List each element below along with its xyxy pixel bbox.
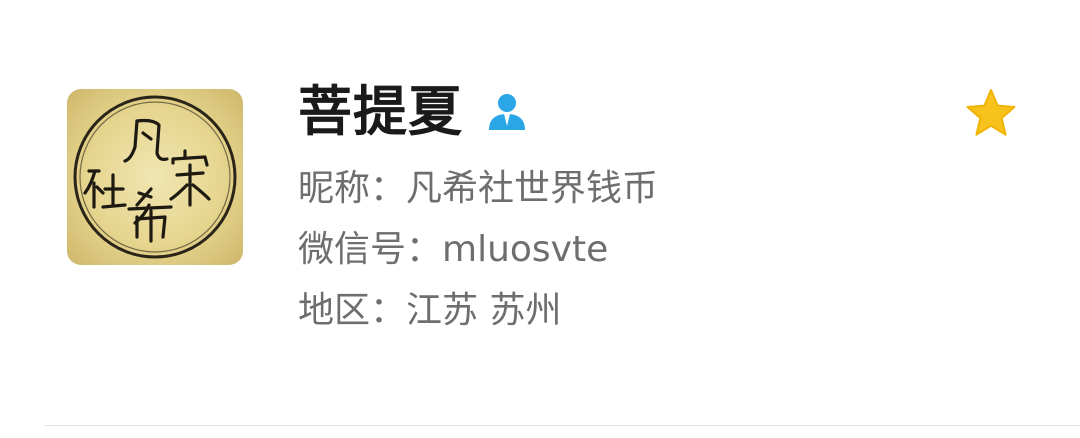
region-label: 地区： [298, 290, 407, 331]
name-row: 菩提夏 [298, 76, 529, 148]
region-value: 江苏 苏州 [406, 290, 562, 331]
wechat-id-label: 微信号： [298, 229, 443, 270]
seal-stamp-icon [73, 95, 237, 259]
person-icon [485, 90, 529, 134]
contact-card: 菩提夏 昵称： 凡希社世界钱币 微信号： mluosvte 地区： 江苏 苏州 [0, 0, 1080, 438]
star-icon[interactable] [963, 86, 1019, 142]
wechat-id-row: 微信号： mluosvte [298, 226, 608, 274]
nickname-row: 昵称： 凡希社世界钱币 [298, 165, 658, 213]
avatar[interactable] [67, 89, 243, 265]
nickname-label: 昵称： [298, 168, 407, 209]
wechat-id-value: mluosvte [442, 229, 609, 270]
display-name: 菩提夏 [298, 80, 463, 143]
region-row: 地区： 江苏 苏州 [298, 287, 561, 335]
divider [44, 425, 1080, 426]
nickname-value: 凡希社世界钱币 [406, 168, 659, 209]
